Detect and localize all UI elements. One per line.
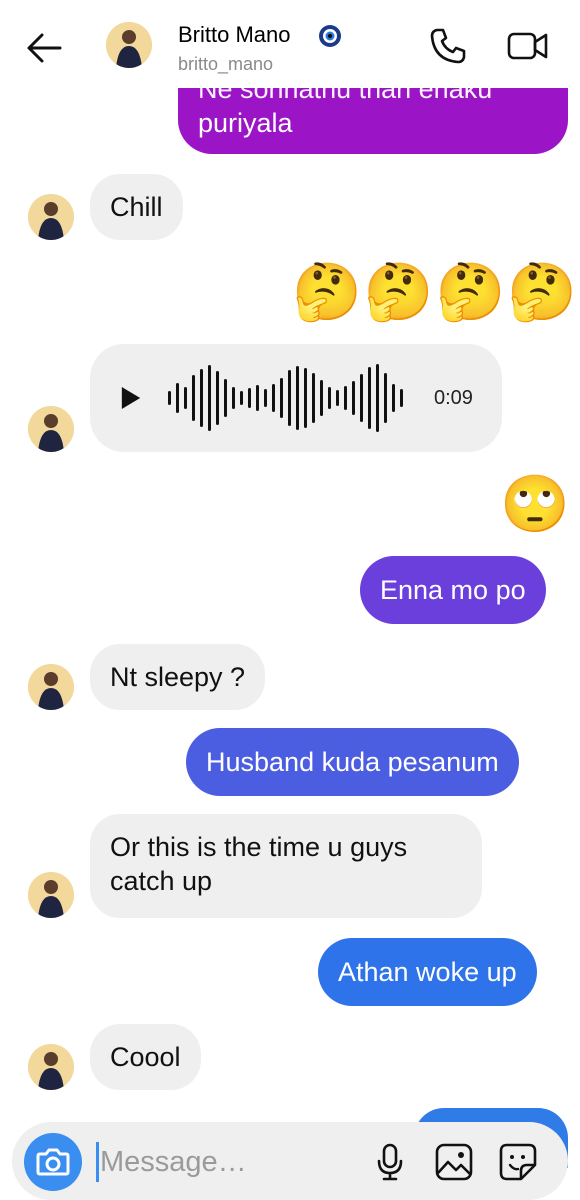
waveform-bar xyxy=(288,370,291,426)
message-incoming[interactable]: Coool xyxy=(90,1024,201,1090)
waveform-bar xyxy=(248,388,251,408)
waveform-bar xyxy=(280,378,283,418)
play-icon[interactable] xyxy=(120,385,142,411)
waveform-bar xyxy=(168,391,171,405)
waveform-bar xyxy=(344,386,347,410)
waveform-bar xyxy=(232,387,235,409)
waveform-bar xyxy=(392,384,395,412)
waveform-bar xyxy=(328,387,331,409)
emoji-message[interactable]: 🤔🤔🤔🤔 xyxy=(292,262,579,322)
sticker-icon[interactable] xyxy=(498,1142,538,1182)
message-incoming[interactable]: Nt sleepy ? xyxy=(90,644,266,710)
message-text-line: Or this is the time u guys xyxy=(110,832,408,862)
message-incoming[interactable]: Chill xyxy=(90,174,183,240)
waveform-bar xyxy=(192,375,195,421)
sender-avatar[interactable] xyxy=(28,1044,74,1090)
audio-waveform[interactable] xyxy=(164,358,414,438)
waveform-bar xyxy=(240,391,243,405)
waveform-bar xyxy=(400,389,403,407)
message-input[interactable]: Message… xyxy=(100,1146,247,1179)
waveform-bar xyxy=(272,384,275,412)
contact-avatar[interactable] xyxy=(106,22,152,68)
waveform-bar xyxy=(256,385,259,411)
message-text: Nt sleepy ? xyxy=(110,662,246,692)
waveform-bar xyxy=(304,368,307,428)
verified-badge-icon xyxy=(319,25,341,47)
waveform-bar xyxy=(184,387,187,409)
video-camera-icon[interactable] xyxy=(506,26,550,66)
gallery-icon[interactable] xyxy=(434,1142,474,1182)
camera-icon xyxy=(36,1148,70,1176)
emoji-message[interactable]: 🙄 xyxy=(500,474,570,534)
waveform-bar xyxy=(296,366,299,430)
waveform-bar xyxy=(360,374,363,422)
waveform-bar xyxy=(216,371,219,425)
message-outgoing[interactable]: Enna mo po xyxy=(360,556,546,624)
waveform-bar xyxy=(200,369,203,427)
waveform-bar xyxy=(336,390,339,406)
phone-icon[interactable] xyxy=(428,26,468,66)
waveform-bar xyxy=(320,380,323,416)
message-text: Husband kuda pesanum xyxy=(206,747,499,777)
sender-avatar[interactable] xyxy=(28,664,74,710)
sender-avatar[interactable] xyxy=(28,406,74,452)
waveform-bar xyxy=(208,365,211,431)
contact-name[interactable]: Britto Mano xyxy=(178,22,291,48)
message-text: puriyala xyxy=(198,108,293,138)
voice-duration: 0:09 xyxy=(434,387,473,409)
waveform-bar xyxy=(264,389,267,407)
message-incoming[interactable]: Or this is the time u guys catch up xyxy=(90,814,482,918)
message-text: Chill xyxy=(110,192,163,222)
waveform-bar xyxy=(176,383,179,413)
message-outgoing[interactable]: Husband kuda pesanum xyxy=(186,728,519,796)
microphone-icon[interactable] xyxy=(374,1142,406,1182)
message-text: Athan woke up xyxy=(338,957,517,987)
chat-header: Britto Mano britto_mano xyxy=(0,0,580,88)
waveform-bar xyxy=(384,373,387,423)
text-caret xyxy=(96,1142,99,1182)
back-arrow-icon[interactable] xyxy=(22,26,66,70)
voice-message[interactable]: 0:09 xyxy=(90,344,502,452)
contact-handle[interactable]: britto_mano xyxy=(178,54,273,75)
message-text-line: catch up xyxy=(110,866,213,896)
waveform-bar xyxy=(352,381,355,415)
waveform-bar xyxy=(368,367,371,429)
waveform-bar xyxy=(224,379,227,417)
camera-button[interactable] xyxy=(24,1133,82,1191)
message-outgoing[interactable]: Athan woke up xyxy=(318,938,537,1006)
sender-avatar[interactable] xyxy=(28,194,74,240)
waveform-bar xyxy=(376,364,379,432)
waveform-bar xyxy=(312,373,315,423)
message-text: Coool xyxy=(110,1042,181,1072)
sender-avatar[interactable] xyxy=(28,872,74,918)
message-text: Enna mo po xyxy=(380,575,526,605)
